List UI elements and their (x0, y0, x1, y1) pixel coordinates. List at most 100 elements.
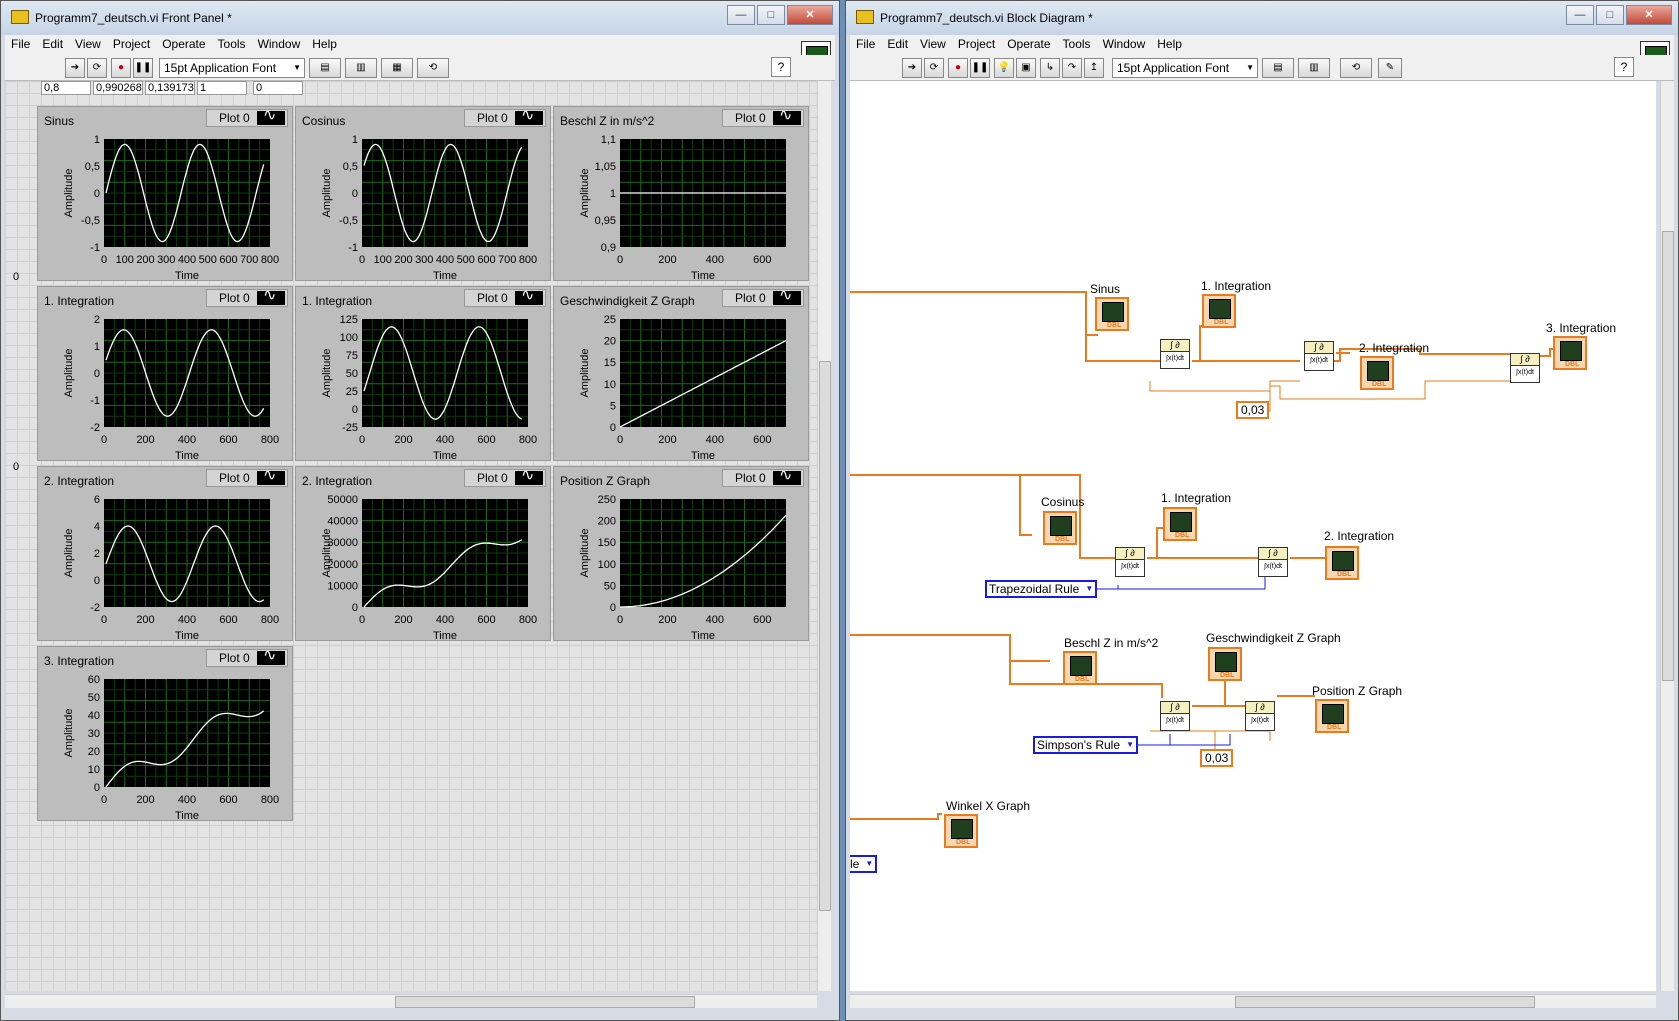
menu-edit[interactable]: Edit (36, 35, 69, 55)
menu-file[interactable]: File (850, 35, 881, 55)
menu-help[interactable]: Help (306, 35, 343, 55)
waveform-graph[interactable]: 1. IntegrationPlot 01251007550250-250200… (295, 286, 551, 462)
menu-project[interactable]: Project (952, 35, 1001, 55)
abort-icon[interactable]: ● (948, 58, 968, 78)
retain-wire-values-icon[interactable]: ▣ (1016, 58, 1036, 78)
waveform-graph[interactable]: 2. IntegrationPlot 050000400003000020000… (295, 466, 551, 642)
menu-window[interactable]: Window (1097, 35, 1152, 55)
help-icon[interactable]: ? (771, 57, 791, 77)
align-objects-icon[interactable]: ▤ (309, 58, 341, 78)
step-over-icon[interactable]: ↷ (1062, 58, 1082, 78)
minimize-button[interactable]: — (727, 5, 755, 25)
y-tick-label: 250 (598, 494, 616, 506)
step-out-icon[interactable]: ↥ (1084, 58, 1104, 78)
dt-constant[interactable]: 0,03 (1236, 401, 1270, 419)
waveform-graph[interactable]: Beschl Z in m/s^2Plot 01,11,0510,950,902… (553, 106, 809, 282)
font-selector[interactable]: 15pt Application Font (1112, 58, 1258, 78)
menu-view[interactable]: View (69, 35, 107, 55)
menu-project[interactable]: Project (107, 35, 156, 55)
menu-window[interactable]: Window (252, 35, 307, 55)
label-1-integration: 1. Integration (1201, 279, 1272, 293)
integration-3-graph-terminal[interactable] (1553, 336, 1587, 370)
menu-tools[interactable]: Tools (212, 35, 252, 55)
run-continuously-icon[interactable]: ⟳ (924, 58, 944, 78)
front-panel-titlebar[interactable]: Programm7_deutsch.vi Front Panel * — □ ✕ (1, 1, 839, 35)
position-graph-terminal[interactable] (1315, 699, 1349, 733)
block-diagram-hscroll[interactable] (850, 994, 1656, 1008)
distribute-objects-icon[interactable]: ▥ (1298, 58, 1330, 78)
run-arrow-icon[interactable]: ➔ (902, 58, 922, 78)
integration-2-graph-terminal[interactable] (1360, 356, 1394, 390)
geschwindigkeit-graph-terminal[interactable] (1208, 647, 1242, 681)
menu-edit[interactable]: Edit (881, 35, 914, 55)
menu-operate[interactable]: Operate (156, 35, 211, 55)
plot-area: 500004000030000200001000000 200 400 600 800A… (321, 494, 537, 642)
numeric-display: 1 (197, 81, 247, 95)
integral-function-node[interactable]: ∫ ∂ ∫x(t)dt (1258, 547, 1288, 577)
waveform-graph[interactable]: Geschwindigkeit Z GraphPlot 025201510500… (553, 286, 809, 462)
y-tick-label: 10000 (327, 580, 358, 592)
maximize-button[interactable]: □ (757, 5, 785, 25)
plot-area: 1251007550250-250 200 400 600 800AmplitudeTi… (321, 314, 537, 462)
block-diagram-titlebar[interactable]: Programm7_deutsch.vi Block Diagram * — □… (846, 1, 1678, 35)
front-panel-vscroll[interactable] (817, 81, 831, 991)
x-tick-label: 200 (136, 794, 154, 806)
scroll-thumb[interactable] (395, 996, 695, 1008)
scroll-thumb[interactable] (1235, 996, 1535, 1008)
integration-1-graph-terminal[interactable] (1163, 507, 1197, 541)
integral-function-node[interactable]: ∫ ∂ ∫x(t)dt (1115, 547, 1145, 577)
menu-tools[interactable]: Tools (1057, 35, 1097, 55)
integration-method-enum[interactable]: le (850, 855, 878, 873)
minimize-button[interactable]: — (1566, 5, 1594, 25)
menu-help[interactable]: Help (1151, 35, 1188, 55)
trapezoidal-rule-enum[interactable]: Trapezoidal Rule (985, 580, 1098, 598)
y-tick-label: 25 (346, 386, 358, 398)
abort-icon[interactable]: ● (111, 58, 131, 78)
reorder-icon[interactable]: ⟲ (1340, 58, 1372, 78)
beschl-graph-terminal[interactable] (1063, 651, 1097, 685)
pause-icon[interactable]: ❚❚ (970, 58, 990, 78)
clean-up-diagram-icon[interactable]: ✎ (1378, 58, 1402, 78)
waveform-graph[interactable]: 1. IntegrationPlot 0210-1-20200400600800… (37, 286, 293, 462)
close-button[interactable]: ✕ (1626, 5, 1672, 25)
block-diagram-vscroll[interactable] (1660, 81, 1674, 991)
front-panel-hscroll[interactable] (5, 994, 817, 1008)
reorder-icon[interactable]: ⟲ (417, 58, 449, 78)
close-button[interactable]: ✕ (787, 5, 833, 25)
pause-icon[interactable]: ❚❚ (133, 58, 153, 78)
help-icon[interactable]: ? (1614, 57, 1634, 77)
y-tick-label: 60 (88, 674, 100, 686)
scroll-thumb[interactable] (1662, 231, 1674, 681)
waveform-graph[interactable]: SinusPlot 010,50-0,5-1010020030040050060… (37, 106, 293, 282)
menu-view[interactable]: View (914, 35, 952, 55)
integration-1-graph-terminal[interactable] (1202, 294, 1236, 328)
integral-function-node[interactable]: ∫ ∂ ∫x(t)dt (1160, 339, 1190, 369)
integral-function-node[interactable]: ∫ ∂ ∫x(t)dt (1304, 341, 1334, 371)
integral-function-node[interactable]: ∫ ∂ ∫x(t)dt (1160, 701, 1190, 731)
align-objects-icon[interactable]: ▤ (1262, 58, 1294, 78)
run-continuously-icon[interactable]: ⟳ (87, 58, 107, 78)
scroll-thumb[interactable] (819, 361, 831, 911)
menu-operate[interactable]: Operate (1001, 35, 1056, 55)
waveform-graph[interactable]: 2. IntegrationPlot 06420-20200400600800A… (37, 466, 293, 642)
dt-constant[interactable]: 0,03 (1200, 749, 1234, 767)
waveform-graph[interactable]: Position Z GraphPlot 0250200150100500020… (553, 466, 809, 642)
x-tick-label: 300 (415, 254, 433, 266)
integral-function-node[interactable]: ∫ ∂ ∫x(t)dt (1245, 701, 1275, 731)
waveform-graph[interactable]: CosinusPlot 010,50-0,5-10100200300400500… (295, 106, 551, 282)
cosinus-graph-terminal[interactable] (1043, 511, 1077, 545)
run-arrow-icon[interactable]: ➔ (65, 58, 85, 78)
resize-objects-icon[interactable]: ▦ (381, 58, 413, 78)
maximize-button[interactable]: □ (1596, 5, 1624, 25)
distribute-objects-icon[interactable]: ▥ (345, 58, 377, 78)
menu-file[interactable]: File (5, 35, 36, 55)
winkel-graph-terminal[interactable] (944, 814, 978, 848)
integration-2-graph-terminal[interactable] (1325, 546, 1359, 580)
simpsons-rule-enum[interactable]: Simpson's Rule (1033, 736, 1138, 754)
sinus-graph-terminal[interactable] (1095, 297, 1129, 331)
font-selector[interactable]: 15pt Application Font (159, 58, 305, 78)
integral-function-node[interactable]: ∫ ∂ ∫x(t)dt (1510, 353, 1540, 383)
highlight-execution-icon[interactable]: 💡 (994, 58, 1014, 78)
step-into-icon[interactable]: ↳ (1040, 58, 1060, 78)
waveform-graph[interactable]: 3. IntegrationPlot 060504030201000200400… (37, 646, 293, 822)
